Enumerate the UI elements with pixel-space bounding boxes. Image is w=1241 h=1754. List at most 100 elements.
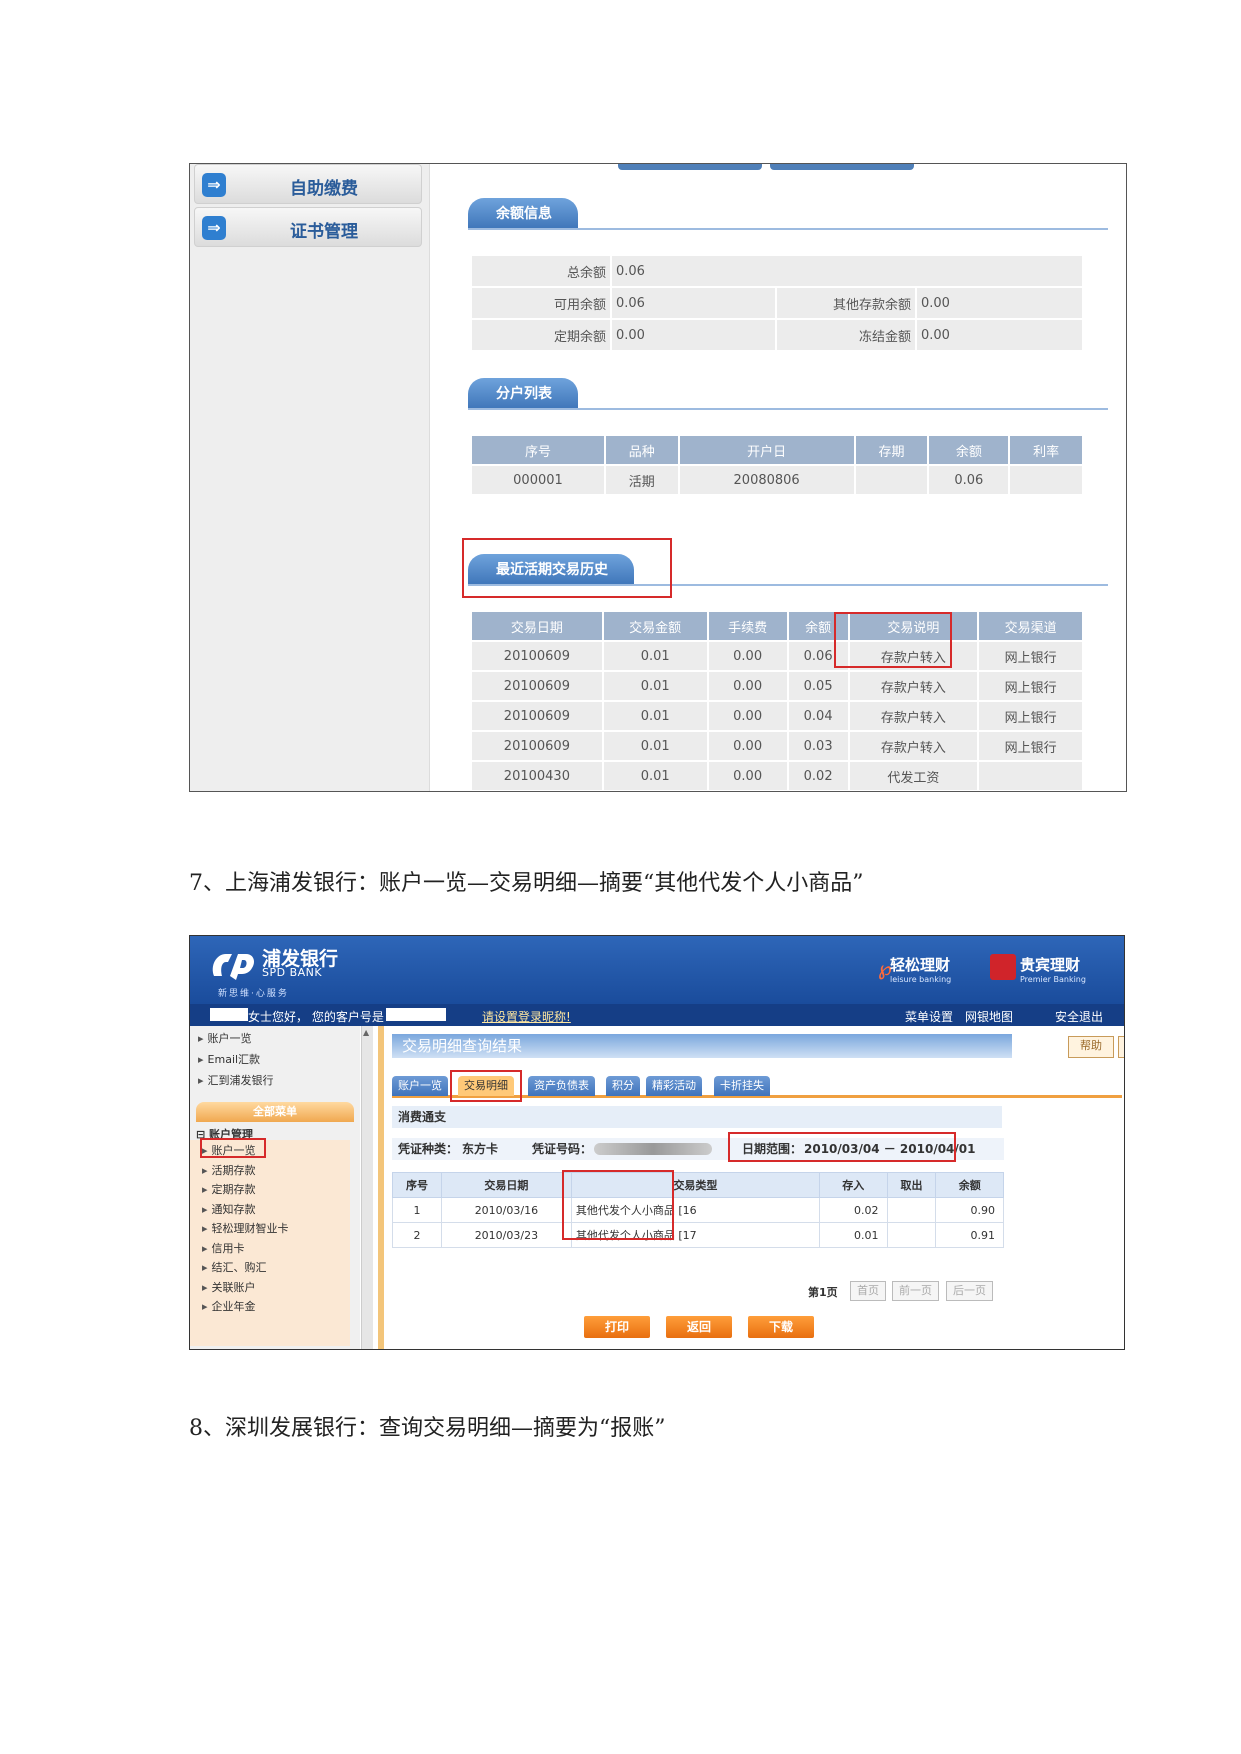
sidebar-item[interactable]: 通知存款 — [202, 1201, 256, 1217]
balance-label: 总余额 — [472, 256, 610, 286]
table-row[interactable]: 20100609 0.01 0.00 0.03 存款户转入 网上银行 — [472, 732, 1082, 760]
sidebar-item[interactable]: 信用卡 — [202, 1240, 245, 1256]
sidebar-item-transfer-to-spd[interactable]: 汇到浦发银行 — [198, 1072, 274, 1088]
sidebar-item[interactable]: 结汇、购汇 — [202, 1259, 267, 1275]
table-cell: 0.90 — [935, 1197, 1004, 1223]
redacted-customer-id — [386, 1008, 446, 1021]
tab-2[interactable]: 资产负债表 — [528, 1076, 595, 1096]
table-cell: 存款户转入 — [849, 732, 978, 760]
leisure-banking-link[interactable]: 轻松理财 leisure banking — [890, 954, 951, 984]
subaccount-table: 序号 品种 开户日 存期 余额 利率 000001 活期 20080806 0.06 — [470, 434, 1084, 496]
sidebar-scrollbar[interactable]: ▲ — [361, 1026, 373, 1349]
premier-banking-link[interactable]: 贵宾理财 Premier Banking — [1020, 954, 1086, 984]
highlight-box — [834, 612, 952, 668]
site-map-link[interactable]: 网银地图 — [965, 1008, 1013, 1025]
column-header: 序号 — [472, 436, 604, 464]
greeting-bar: 女士您好， 您的客户号是 请设置登录昵称! 菜单设置 网银地图 安全退出 — [190, 1004, 1124, 1026]
menu-item-self-payment[interactable]: ⇒ 自助缴费 — [194, 164, 422, 204]
menu-settings-link[interactable]: 菜单设置 — [905, 1008, 953, 1025]
column-header: 品种 — [605, 436, 678, 464]
balance-row: 总余额 0.06 — [472, 256, 1082, 286]
table-cell: 2010/03/16 — [440, 1197, 572, 1223]
table-row[interactable]: 000001 活期 20080806 0.06 — [472, 466, 1082, 494]
table-cell: 存款户转入 — [849, 672, 978, 700]
table-row[interactable]: 20100609 0.01 0.00 0.05 存款户转入 网上银行 — [472, 672, 1082, 700]
sidebar-item[interactable]: 关联账户 — [202, 1279, 256, 1295]
table-row[interactable]: 20100609 0.01 0.00 0.06 存款户转入 网上银行 — [472, 642, 1082, 670]
tab-3[interactable]: 积分 — [606, 1076, 640, 1096]
table-row[interactable]: 2 2010/03/23 其他代发个人小商品 [17 0.01 0.91 — [392, 1222, 1004, 1248]
brand-label: 轻松理财 — [890, 956, 951, 974]
table-cell: 0.01 — [603, 762, 707, 790]
all-menu-header[interactable]: 全部菜单 — [196, 1102, 354, 1122]
table-cell: 0.00 — [708, 702, 787, 730]
sidebar-item-account-overview[interactable]: 账户一览 — [198, 1030, 252, 1046]
menu-label: 证书管理 — [290, 222, 358, 242]
return-button[interactable]: 返回 — [666, 1316, 732, 1338]
balance-label: 冻结金额 — [777, 320, 915, 350]
balance-value: 0.00 — [612, 320, 775, 350]
tab-4[interactable]: 精彩活动 — [646, 1076, 702, 1096]
table-cell: 0.01 — [603, 642, 707, 670]
table-cell — [886, 1222, 937, 1248]
history-table: 交易日期 交易金额 手续费 余额 交易说明 交易渠道 20100609 0.01 0.00 0.… — [470, 610, 1084, 791]
set-nickname-link[interactable]: 请设置登录昵称! — [482, 1008, 571, 1025]
page-title: 交易明细查询结果 — [392, 1034, 1012, 1058]
bank-header: 浦发银行 SPD BANK 新思维·心服务 ℘ 轻松理财 leisure ban… — [190, 936, 1124, 1004]
highlight-box — [450, 1070, 522, 1102]
column-header: 存入 — [819, 1172, 888, 1198]
table-cell: 1 — [392, 1197, 442, 1223]
table-cell: 0.01 — [603, 732, 707, 760]
table-cell: 0.01 — [819, 1222, 888, 1248]
table-cell: 20100430 — [472, 762, 602, 790]
table-cell: 0.01 — [603, 702, 707, 730]
table-row[interactable]: 1 2010/03/16 其他代发个人小商品 [16 0.02 0.90 — [392, 1197, 1004, 1223]
back-button[interactable]: 返回 — [1118, 1036, 1124, 1058]
next-page-button[interactable]: 后一页 — [946, 1281, 993, 1301]
prev-page-button[interactable]: 前一页 — [892, 1281, 939, 1301]
help-button[interactable]: 帮助 — [1068, 1036, 1114, 1058]
sidebar-item[interactable]: 企业年金 — [202, 1298, 256, 1314]
spd-logo-icon — [212, 954, 254, 980]
logout-link[interactable]: 安全退出 — [1055, 1008, 1103, 1025]
sidebar-item[interactable]: 定期存款 — [202, 1181, 256, 1197]
sidebar-item[interactable]: 活期存款 — [202, 1162, 256, 1178]
top-tab-stub[interactable] — [618, 164, 762, 170]
table-cell: 0.91 — [935, 1222, 1004, 1248]
greeting-text: 女士您好， 您的客户号是 — [248, 1010, 384, 1024]
arrow-icon: ⇒ — [202, 173, 226, 197]
tab-5[interactable]: 卡折挂失 — [714, 1076, 770, 1096]
balance-table: 总余额 0.06 可用余额 0.06 其他存款余额 0.00 定期余额 0.00… — [470, 254, 1084, 352]
print-button[interactable]: 打印 — [584, 1316, 650, 1338]
table-cell: 0.01 — [603, 672, 707, 700]
screenshot-1: ⇒ 自助缴费 ⇒ 证书管理 余额信息 总余额 0.06 可用余额 0.06 其他… — [189, 163, 1127, 792]
column-header: 存期 — [855, 436, 928, 464]
top-tab-stub[interactable] — [770, 164, 914, 170]
brand-label-en: Premier Banking — [1020, 975, 1086, 984]
balance-label: 可用余额 — [472, 288, 610, 318]
first-page-button[interactable]: 首页 — [850, 1281, 886, 1301]
table-cell: 0.02 — [788, 762, 848, 790]
bank-slogan: 新思维·心服务 — [218, 989, 289, 999]
section-header-subaccounts: 分户列表 — [468, 378, 1108, 410]
table-header-row: 序号 品种 开户日 存期 余额 利率 — [472, 436, 1082, 464]
column-header: 手续费 — [708, 612, 787, 640]
section-title: 余额信息 — [468, 198, 578, 230]
table-row[interactable]: 20100609 0.01 0.00 0.04 存款户转入 网上银行 — [472, 702, 1082, 730]
table-row[interactable]: 20100430 0.01 0.00 0.02 代发工资 — [472, 762, 1082, 790]
balance-value: 0.00 — [917, 288, 1082, 318]
table-cell — [1010, 466, 1082, 494]
sidebar-item[interactable]: 轻松理财智业卡 — [202, 1220, 289, 1236]
menu-label: 自助缴费 — [290, 179, 358, 199]
download-button[interactable]: 下载 — [748, 1316, 814, 1338]
redacted-voucher-no — [594, 1143, 712, 1155]
scroll-up-icon[interactable]: ▲ — [363, 1028, 369, 1037]
menu-item-cert-management[interactable]: ⇒ 证书管理 — [194, 207, 422, 247]
sidebar-item-email-transfer[interactable]: Email汇款 — [198, 1051, 261, 1067]
tab-0[interactable]: 账户一览 — [392, 1076, 448, 1096]
table-cell: 0.00 — [708, 762, 787, 790]
column-header: 开户日 — [679, 436, 854, 464]
left-menu: ⇒ 自助缴费 ⇒ 证书管理 — [190, 164, 430, 791]
table-header-row: 交易日期 交易金额 手续费 余额 交易说明 交易渠道 — [472, 612, 1082, 640]
voucher-type-value: 东方卡 — [462, 1142, 499, 1156]
